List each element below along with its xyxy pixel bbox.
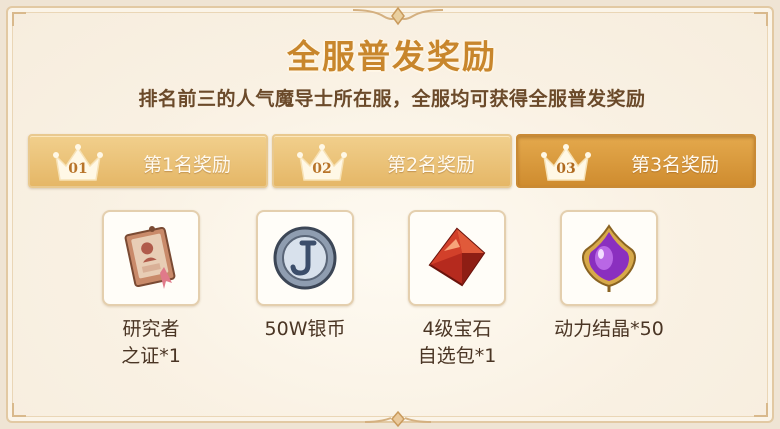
reward-icon-frame <box>102 210 200 306</box>
tab-rank-1[interactable]: 01 第1名奖励 <box>28 134 268 188</box>
researcher-badge-icon <box>124 226 176 289</box>
tab-rank-number: 02 <box>312 161 332 177</box>
corner-ornament <box>754 12 768 26</box>
tab-rank-number: 01 <box>68 161 88 177</box>
reward-item[interactable]: 研究者 之证*1 <box>76 210 226 370</box>
bottom-ornament-icon <box>364 410 432 428</box>
page-subtitle: 排名前三的人气魔导士所在服，全服均可获得全服普发奖励 <box>138 88 646 110</box>
tab-rank-2[interactable]: 02 第2名奖励 <box>272 134 512 188</box>
reward-list: 研究者 之证*1 50W银币 4级宝石 自选包*1 动力结晶*50 <box>8 210 776 390</box>
page-title: 全服普发奖励 <box>287 37 497 76</box>
reward-item[interactable]: 50W银币 <box>230 210 380 343</box>
reward-name: 50W银币 <box>264 318 346 340</box>
corner-ornament <box>754 403 768 417</box>
rank-tabs: 01 第1名奖励 02 第2名奖励 03 第3名奖励 <box>28 134 756 188</box>
reward-icon-frame <box>560 210 658 306</box>
purple-crystal-icon <box>582 224 636 292</box>
corner-ornament <box>12 12 26 26</box>
red-gem-icon <box>428 227 486 287</box>
corner-ornament <box>12 403 26 417</box>
tab-rank-number: 03 <box>556 161 576 177</box>
silver-coin-icon <box>273 226 337 290</box>
tab-label: 第1名奖励 <box>142 154 232 176</box>
tab-label: 第3名奖励 <box>630 154 720 176</box>
tab-label: 第2名奖励 <box>386 154 476 176</box>
tab-rank-3[interactable]: 03 第3名奖励 <box>516 134 756 188</box>
reward-icon-frame <box>408 210 506 306</box>
reward-icon-frame <box>256 210 354 306</box>
top-ornament-icon <box>352 6 444 26</box>
reward-panel: 全服普发奖励 排名前三的人气魔导士所在服，全服均可获得全服普发奖励 01 第1名… <box>6 6 776 428</box>
reward-name: 动力结晶*50 <box>554 318 664 340</box>
reward-name: 研究者 之证*1 <box>121 318 181 367</box>
reward-item[interactable]: 4级宝石 自选包*1 <box>382 210 532 370</box>
reward-name: 4级宝石 自选包*1 <box>417 318 497 367</box>
reward-item[interactable]: 动力结晶*50 <box>534 210 684 343</box>
